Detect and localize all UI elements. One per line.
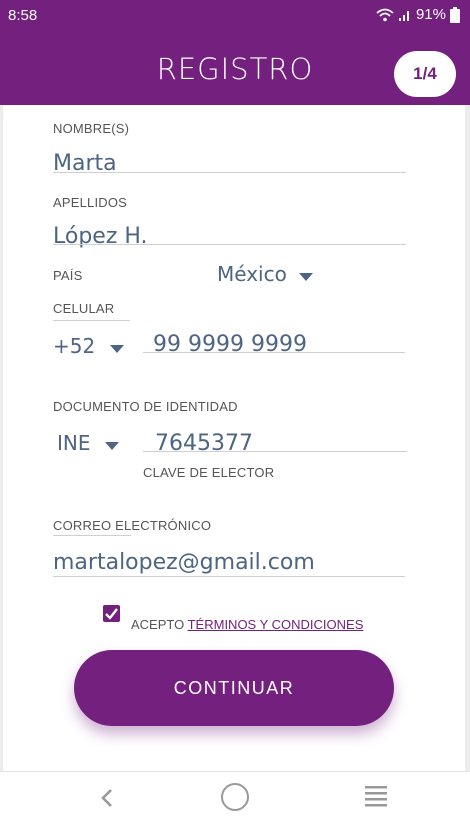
apellidos-label: APELLIDOS bbox=[53, 195, 128, 210]
celular-label-underline bbox=[53, 320, 130, 321]
check-icon bbox=[105, 608, 118, 620]
terms-text: ACEPTO TÉRMINOS Y CONDICIONES bbox=[131, 617, 363, 632]
chevron-down-icon bbox=[299, 272, 314, 281]
apellidos-field[interactable]: López H. bbox=[53, 224, 148, 249]
correo-label-underline bbox=[53, 535, 131, 536]
celular-label: CELULAR bbox=[53, 301, 115, 316]
document-type-value: INE bbox=[57, 431, 91, 455]
chevron-down-icon bbox=[104, 441, 119, 450]
home-icon[interactable] bbox=[219, 781, 251, 818]
pais-label: PAÍS bbox=[53, 268, 83, 283]
country-code-dropdown[interactable]: +52 bbox=[53, 334, 124, 358]
terms-link[interactable]: TÉRMINOS Y CONDICIONES bbox=[188, 617, 364, 632]
app-header: REGISTRO 1/4 bbox=[0, 30, 470, 105]
clave-elector-label: CLAVE DE ELECTOR bbox=[143, 465, 275, 480]
status-icons: 91% bbox=[376, 6, 460, 23]
documento-underline bbox=[143, 451, 407, 452]
pais-value: México bbox=[217, 262, 287, 286]
pais-dropdown[interactable]: México bbox=[217, 262, 314, 286]
terms-prefix: ACEPTO bbox=[131, 617, 185, 632]
apellidos-underline bbox=[53, 244, 406, 245]
documento-field[interactable]: 7645377 bbox=[155, 431, 253, 456]
celular-underline bbox=[143, 352, 405, 353]
nombre-underline bbox=[53, 172, 406, 173]
battery-level: 91% bbox=[415, 6, 446, 23]
battery-icon bbox=[450, 6, 460, 23]
back-icon[interactable] bbox=[98, 786, 116, 815]
celular-field[interactable]: 99 9999 9999 bbox=[153, 332, 307, 357]
continue-button[interactable]: CONTINUAR bbox=[74, 650, 394, 726]
step-badge: 1/4 bbox=[394, 51, 456, 97]
menu-icon[interactable] bbox=[364, 784, 388, 815]
nombre-label: NOMBRE(S) bbox=[53, 121, 130, 136]
terms-checkbox[interactable] bbox=[103, 605, 120, 622]
country-code-value: +52 bbox=[53, 334, 96, 358]
navigation-bar bbox=[0, 771, 470, 827]
wifi-icon bbox=[376, 8, 394, 22]
correo-field[interactable]: martalopez@gmail.com bbox=[53, 550, 315, 575]
correo-label: CORREO ELECTRÓNICO bbox=[53, 518, 212, 533]
documento-label: DOCUMENTO DE IDENTIDAD bbox=[53, 399, 238, 414]
chevron-down-icon bbox=[109, 344, 124, 353]
status-bar: 8:58 91% bbox=[0, 0, 470, 30]
document-type-dropdown[interactable]: INE bbox=[57, 431, 119, 455]
signal-icon bbox=[398, 8, 412, 22]
correo-underline bbox=[53, 576, 405, 577]
status-time: 8:58 bbox=[8, 7, 38, 24]
